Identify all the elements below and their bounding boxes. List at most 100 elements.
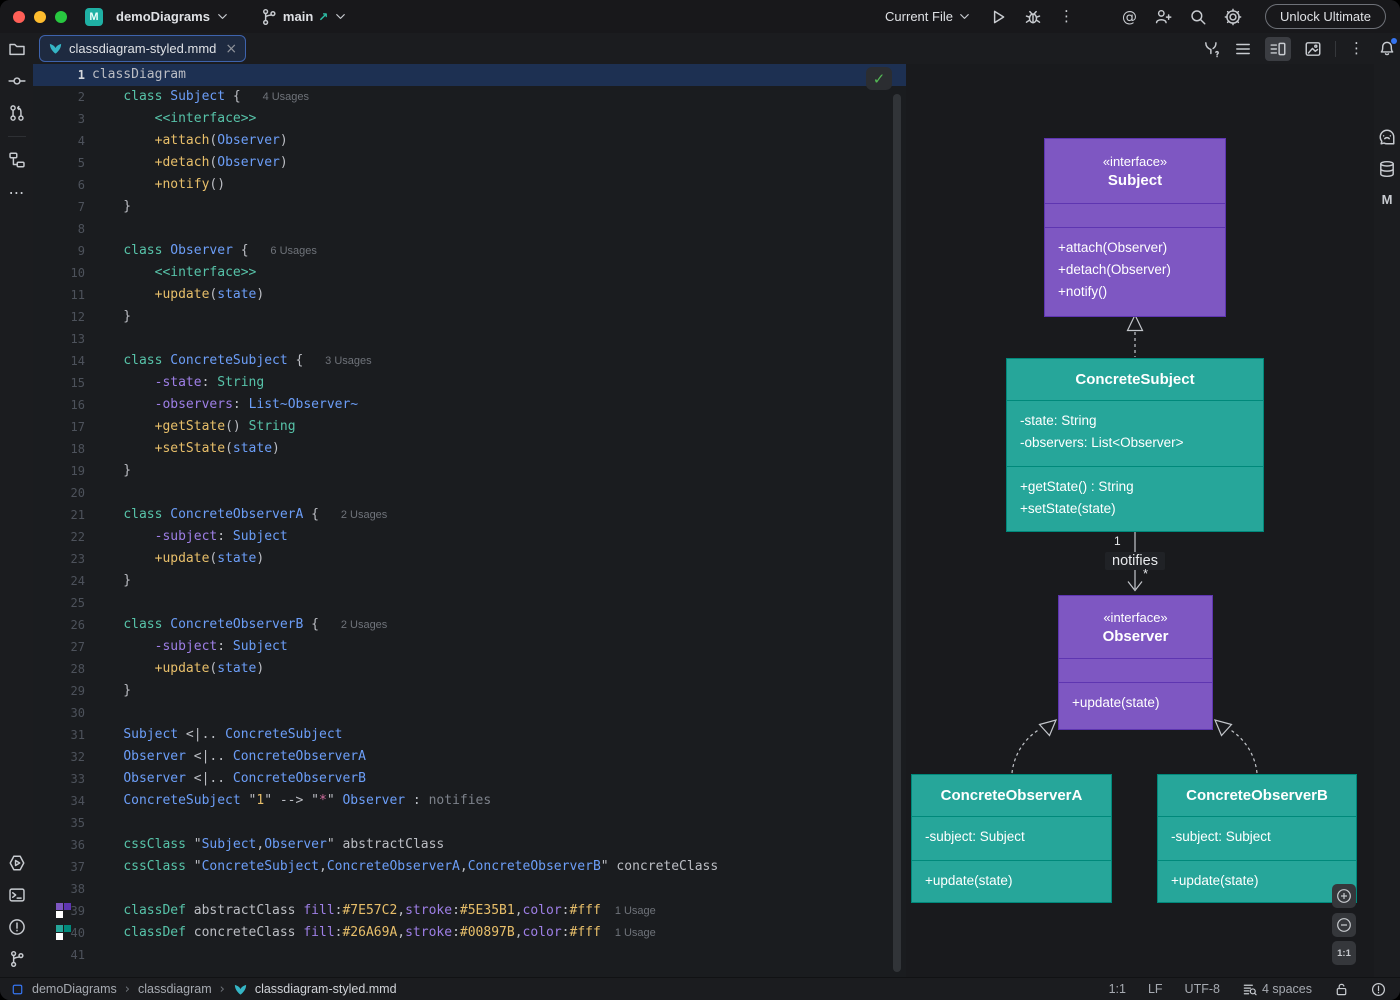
code-line-15[interactable]: 15 -state: String: [33, 372, 906, 394]
usages-hint[interactable]: 1 Usage: [615, 927, 656, 939]
code-line-37[interactable]: 37 cssClass "ConcreteSubject,ConcreteObs…: [33, 856, 906, 878]
color-preview-chips[interactable]: [56, 925, 72, 941]
project-folder-icon[interactable]: [8, 40, 26, 58]
ai-assistant-button[interactable]: @: [1122, 8, 1137, 26]
mermaid-tool-icon[interactable]: M: [1382, 192, 1393, 207]
code-line-41[interactable]: 41: [33, 944, 906, 966]
indent-widget[interactable]: 4 spaces: [1242, 982, 1312, 997]
more-tool-windows-button[interactable]: ⋯: [9, 183, 25, 202]
unlock-ultimate-button[interactable]: Unlock Ultimate: [1265, 4, 1386, 29]
editor-scrollbar[interactable]: [893, 94, 901, 972]
uml-class-Subject[interactable]: «interface»Subject+attach(Observer)+deta…: [1044, 138, 1226, 317]
color-preview-chips[interactable]: [56, 903, 72, 919]
code-line-11[interactable]: 11 +update(state): [33, 284, 906, 306]
commit-icon[interactable]: [8, 72, 26, 90]
code-line-38[interactable]: 38: [33, 878, 906, 900]
code-line-26[interactable]: 26 class ConcreteObserverB { 2 Usages: [33, 614, 906, 636]
search-button[interactable]: [1189, 8, 1207, 26]
code-line-19[interactable]: 19 }: [33, 460, 906, 482]
code-line-9[interactable]: 9 class Observer { 6 Usages: [33, 240, 906, 262]
encoding-widget[interactable]: UTF-8: [1185, 982, 1220, 996]
usages-hint[interactable]: 3 Usages: [325, 355, 371, 367]
zoom-reset-button[interactable]: 1:1: [1332, 941, 1356, 965]
writable-lock-icon[interactable]: [1334, 982, 1349, 997]
breadcrumb-folder[interactable]: classdiagram: [138, 982, 212, 996]
branch-widget[interactable]: main ↗: [260, 8, 348, 26]
zoom-in-button[interactable]: [1332, 884, 1356, 908]
code-line-28[interactable]: 28 +update(state): [33, 658, 906, 680]
code-line-18[interactable]: 18 +setState(state): [33, 438, 906, 460]
minimize-window-button[interactable]: [34, 11, 46, 23]
usages-hint[interactable]: 2 Usages: [341, 509, 387, 521]
database-icon[interactable]: [1378, 160, 1396, 178]
close-window-button[interactable]: [13, 11, 25, 23]
uml-class-ConcreteObserverA[interactable]: ConcreteObserverA-subject: Subject+updat…: [911, 774, 1112, 903]
usages-hint[interactable]: 6 Usages: [270, 245, 316, 257]
notifications-button[interactable]: [1378, 39, 1396, 62]
code-line-12[interactable]: 12 }: [33, 306, 906, 328]
line-ending-widget[interactable]: LF: [1148, 982, 1163, 996]
zoom-out-button[interactable]: [1332, 913, 1356, 937]
tab-classdiagram-styled[interactable]: classdiagram-styled.mmd ×: [39, 35, 246, 62]
code-line-39[interactable]: 39 classDef abstractClass fill:#7E57C2,s…: [33, 900, 906, 922]
code-line-30[interactable]: 30: [33, 702, 906, 724]
debug-button[interactable]: [1024, 8, 1042, 26]
code-line-31[interactable]: 31 Subject <|.. ConcreteSubject: [33, 724, 906, 746]
usages-hint[interactable]: 4 Usages: [263, 91, 309, 103]
code-line-5[interactable]: 5 +detach(Observer): [33, 152, 906, 174]
structure-icon[interactable]: [8, 151, 26, 169]
code-line-4[interactable]: 4 +attach(Observer): [33, 130, 906, 152]
breadcrumb-project[interactable]: demoDiagrams: [32, 982, 117, 996]
code-line-7[interactable]: 7 }: [33, 196, 906, 218]
code-line-35[interactable]: 35: [33, 812, 906, 834]
usages-hint[interactable]: 2 Usages: [341, 619, 387, 631]
project-widget[interactable]: M demoDiagrams: [85, 8, 230, 26]
code-editor[interactable]: 1classDiagram2 class Subject { 4 Usages3…: [33, 64, 906, 978]
code-line-2[interactable]: 2 class Subject { 4 Usages: [33, 86, 906, 108]
code-line-24[interactable]: 24 }: [33, 570, 906, 592]
code-line-3[interactable]: 3 <<interface>>: [33, 108, 906, 130]
code-line-10[interactable]: 10 <<interface>>: [33, 262, 906, 284]
run-button[interactable]: [989, 8, 1007, 26]
code-line-21[interactable]: 21 class ConcreteObserverA { 2 Usages: [33, 504, 906, 526]
breadcrumb-file[interactable]: classdiagram-styled.mmd: [255, 982, 397, 996]
code-line-29[interactable]: 29 }: [33, 680, 906, 702]
code-line-17[interactable]: 17 +getState() String: [33, 416, 906, 438]
code-line-33[interactable]: 33 Observer <|.. ConcreteObserverB: [33, 768, 906, 790]
split-editor-preview-button[interactable]: [1265, 37, 1291, 61]
problems-icon[interactable]: [8, 918, 26, 936]
inspection-widget-icon[interactable]: [1371, 982, 1386, 997]
uml-class-Observer[interactable]: «interface»Observer+update(state): [1058, 595, 1213, 730]
code-line-34[interactable]: 34 ConcreteSubject "1" --> "*" Observer …: [33, 790, 906, 812]
close-tab-icon[interactable]: ×: [225, 41, 237, 57]
code-line-40[interactable]: 40 classDef concreteClass fill:#26A69A,s…: [33, 922, 906, 944]
uml-class-ConcreteSubject[interactable]: ConcreteSubject-state: String-observers:…: [1006, 358, 1264, 532]
code-line-8[interactable]: 8: [33, 218, 906, 240]
editor-options-button[interactable]: ⋮: [1349, 41, 1364, 56]
diagram-preview-pane[interactable]: «interface»Subject+attach(Observer)+deta…: [906, 64, 1374, 978]
preview-only-view-icon[interactable]: [1304, 40, 1322, 58]
inspections-status-ok[interactable]: ✓: [866, 67, 892, 90]
mermaid-help-icon[interactable]: [1203, 40, 1221, 58]
code-line-23[interactable]: 23 +update(state): [33, 548, 906, 570]
settings-gear-button[interactable]: [1224, 8, 1242, 26]
code-line-14[interactable]: 14 class ConcreteSubject { 3 Usages: [33, 350, 906, 372]
caret-position-widget[interactable]: 1:1: [1109, 982, 1126, 996]
code-line-16[interactable]: 16 -observers: List~Observer~: [33, 394, 906, 416]
code-line-32[interactable]: 32 Observer <|.. ConcreteObserverA: [33, 746, 906, 768]
code-line-1[interactable]: 1classDiagram: [33, 64, 906, 86]
usages-hint[interactable]: 1 Usage: [615, 905, 656, 917]
run-tool-icon[interactable]: [8, 854, 26, 872]
code-line-13[interactable]: 13: [33, 328, 906, 350]
code-line-22[interactable]: 22 -subject: Subject: [33, 526, 906, 548]
code-line-27[interactable]: 27 -subject: Subject: [33, 636, 906, 658]
uml-class-ConcreteObserverB[interactable]: ConcreteObserverB-subject: Subject+updat…: [1157, 774, 1357, 903]
run-configuration-select[interactable]: Current File: [885, 9, 972, 24]
add-user-button[interactable]: [1154, 8, 1172, 26]
terminal-icon[interactable]: [8, 886, 26, 904]
pull-requests-icon[interactable]: [8, 104, 26, 122]
more-actions-button[interactable]: ⋮: [1059, 9, 1074, 24]
code-line-36[interactable]: 36 cssClass "Subject,Observer" abstractC…: [33, 834, 906, 856]
ai-chat-icon[interactable]: [1378, 128, 1396, 146]
maximize-window-button[interactable]: [55, 11, 67, 23]
